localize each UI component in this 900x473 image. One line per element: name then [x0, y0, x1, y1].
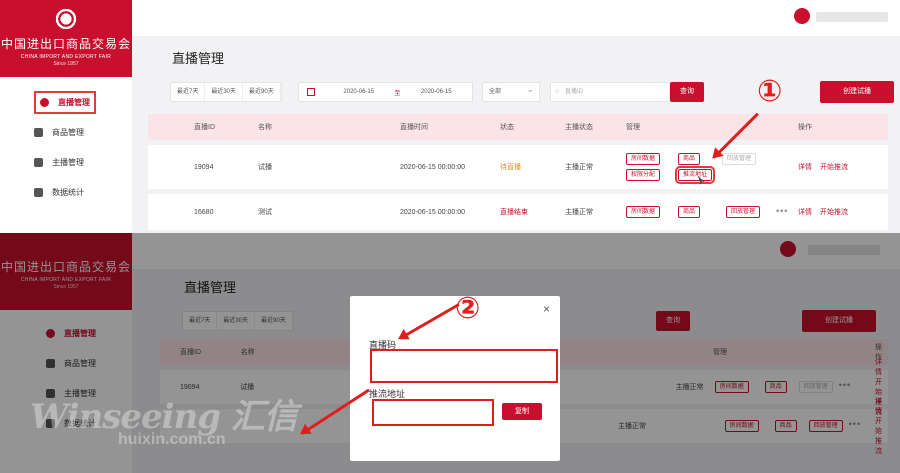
live-icon — [40, 97, 49, 107]
sidebar-item-label: 主播管理 — [52, 157, 84, 167]
brand-name-cn: 中国进出口商品交易会 — [0, 37, 131, 51]
top-bar — [132, 0, 900, 36]
more-icon[interactable]: ••• — [776, 206, 788, 216]
push-url-dialog-screen: 中国进出口商品交易会 CHINA IMPORT AND EXPORT FAIR … — [0, 233, 900, 473]
quick-range-30d[interactable]: 最近30天 — [205, 83, 244, 101]
quick-range-7d[interactable]: 最近7天 — [171, 83, 206, 101]
live-management-screen: 中国进出口商品交易会 CHINA IMPORT AND EXPORT FAIR … — [0, 0, 900, 233]
chart-icon — [34, 187, 43, 197]
canton-fair-logo-icon — [53, 6, 79, 32]
room-data-button[interactable]: 房间数据 — [626, 153, 661, 165]
cell-name: 测试 — [258, 209, 272, 216]
query-button[interactable]: 查询 — [670, 82, 704, 102]
avatar[interactable] — [794, 8, 810, 24]
sidebar-item-label: 数据统计 — [52, 187, 84, 197]
brand-since: Since 1957 — [53, 61, 79, 67]
quick-range-group: 最近7天 最近30天 最近90天 — [170, 82, 282, 102]
search-input[interactable]: 直播ID — [550, 82, 670, 102]
cell-name: 试播 — [258, 164, 272, 171]
detail-link[interactable]: 详情 — [798, 164, 812, 171]
sidebar-item-products[interactable]: 商品管理 — [0, 117, 132, 147]
col-live-status: 主播状态 — [565, 124, 593, 131]
cell-time: 2020-06-15 00:00:00 — [400, 163, 465, 171]
cell-id: 16680 — [194, 208, 214, 216]
col-ops: 操作 — [798, 124, 812, 131]
date-from[interactable]: 2020-06-15 — [323, 89, 395, 95]
col-name: 名称 — [258, 124, 272, 131]
products-button[interactable]: 商品 — [678, 206, 701, 218]
brand-logo-block: 中国进出口商品交易会 CHINA IMPORT AND EXPORT FAIR … — [0, 0, 132, 77]
cell-ops: 详情 开始推流 — [798, 162, 888, 172]
detail-link[interactable]: 详情 — [798, 209, 812, 216]
watermark-url: huixin.com.cn — [118, 431, 226, 448]
push-url-field[interactable] — [372, 399, 494, 426]
status-select[interactable]: 全部 — [482, 80, 540, 102]
product-icon — [34, 127, 43, 137]
page-title: 直播管理 — [172, 51, 225, 66]
start-push-link[interactable]: 开始推流 — [820, 209, 848, 216]
quick-range-90d[interactable]: 最近90天 — [243, 83, 281, 101]
permission-button[interactable]: 权限分配 — [626, 169, 661, 181]
cell-ops: 详情 开始推流 — [798, 207, 888, 217]
col-id: 直播ID — [194, 124, 215, 131]
col-time: 直播时间 — [400, 124, 428, 131]
sidebar-item-label: 商品管理 — [52, 127, 84, 137]
table-row: 19094 试播 2020-06-15 00:00:00 待直播 主播正常 房间… — [148, 145, 888, 189]
sidebar-item-stats[interactable]: 数据统计 — [0, 177, 132, 207]
replay-manage-button[interactable]: 回放管理 — [726, 206, 761, 218]
brand-name-en: CHINA IMPORT AND EXPORT FAIR — [20, 54, 112, 60]
table-row: 16680 测试 2020-06-15 00:00:00 直播结束 主播正常 房… — [148, 194, 888, 230]
push-url-button[interactable]: 推流地址 — [674, 166, 716, 184]
cell-id: 19094 — [194, 163, 214, 171]
active-highlight-box: 直播管理 — [34, 90, 96, 114]
annotation-step-2: ② — [455, 291, 481, 326]
col-manage: 管理 — [626, 124, 640, 131]
sidebar: 中国进出口商品交易会 CHINA IMPORT AND EXPORT FAIR … — [0, 0, 132, 233]
annotation-step-1: ① — [757, 74, 783, 109]
sidebar-item-live[interactable]: 直播管理 — [0, 87, 132, 117]
cell-status: 待直播 — [500, 164, 521, 171]
replay-manage-button[interactable]: 回放管理 — [722, 153, 757, 165]
cell-status: 直播结束 — [500, 209, 528, 216]
copy-button[interactable]: 复制 — [502, 403, 542, 420]
cell-time: 2020-06-15 00:00:00 — [400, 208, 465, 216]
calendar-icon — [307, 88, 315, 96]
cell-live-status: 主播正常 — [565, 164, 593, 171]
sidebar-item-label: 直播管理 — [58, 97, 90, 107]
anchor-icon — [34, 157, 43, 167]
date-to[interactable]: 2020-06-15 — [401, 89, 473, 95]
table-header: 直播ID 名称 直播时间 状态 主播状态 管理 操作 — [148, 114, 888, 140]
cell-live-status: 主播正常 — [565, 209, 593, 216]
main-content: 直播管理 最近7天 最近30天 最近90天 2020-06-15 至 2020-… — [148, 36, 894, 230]
col-status: 状态 — [500, 124, 514, 131]
close-icon[interactable]: × — [543, 302, 550, 316]
sidebar-item-anchors[interactable]: 主播管理 — [0, 147, 132, 177]
create-trial-button[interactable]: 创建试播 — [820, 81, 894, 103]
start-push-link[interactable]: 开始推流 — [820, 164, 848, 171]
products-button[interactable]: 商品 — [678, 153, 701, 165]
user-name-blurred[interactable] — [816, 12, 888, 22]
room-data-button[interactable]: 房间数据 — [626, 206, 661, 218]
cell-manage: 房间数据 商品 回放管理 ••• — [626, 194, 798, 230]
date-range-picker[interactable]: 2020-06-15 至 2020-06-15 — [298, 82, 473, 102]
live-code-field[interactable] — [370, 349, 558, 383]
